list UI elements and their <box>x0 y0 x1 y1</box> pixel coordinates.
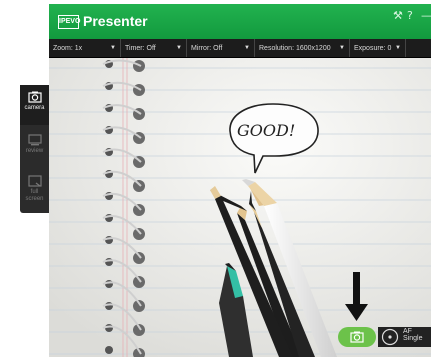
zoom-label: Zoom: 1x <box>53 44 83 52</box>
chevron-down-icon: ▼ <box>395 45 401 51</box>
review-icon <box>27 134 42 146</box>
resolution-dropdown[interactable]: Resolution: 1600x1200 ▼ <box>255 39 350 57</box>
af-label: AF <box>403 328 412 335</box>
app-window: IPEVO Presenter ⚒ ? — Zoom: 1x ▼ Timer: … <box>49 4 431 357</box>
ipevo-logo: IPEVO <box>58 15 80 29</box>
help-icon[interactable]: ? <box>407 9 413 22</box>
sidebar-item-camera[interactable]: camera <box>20 85 49 125</box>
zoom-dropdown[interactable]: Zoom: 1x ▼ <box>49 39 121 57</box>
camera-icon <box>350 331 364 343</box>
af-mode-label: AF Single <box>403 328 422 342</box>
mirror-label: Mirror: Off <box>191 44 223 52</box>
timer-dropdown[interactable]: Timer: Off ▼ <box>121 39 187 57</box>
sidebar-item-fullscreen[interactable]: full screen <box>20 173 49 213</box>
sidebar-item-label: review <box>25 148 44 154</box>
af-detail: Single <box>403 335 423 342</box>
camera-preview[interactable]: GOOD! <box>49 58 431 357</box>
capture-button[interactable] <box>338 327 376 347</box>
app-title: Presenter <box>83 13 148 29</box>
fullscreen-icon <box>27 175 42 187</box>
minimize-icon[interactable]: — <box>421 9 431 22</box>
chevron-down-icon: ▼ <box>176 45 182 51</box>
exposure-label: Exposure: 0 <box>354 44 392 52</box>
camera-icon <box>27 91 42 103</box>
mirror-dropdown[interactable]: Mirror: Off ▼ <box>187 39 255 57</box>
resolution-label: Resolution: 1600x1200 <box>259 44 331 52</box>
side-panel: camera review full screen <box>20 85 49 213</box>
settings-icon[interactable]: ⚒ <box>393 9 403 22</box>
exposure-dropdown[interactable]: Exposure: 0 ▼ <box>350 39 406 57</box>
preview-image: GOOD! <box>49 58 431 357</box>
sidebar-item-label: full screen <box>25 189 44 202</box>
timer-label: Timer: Off <box>125 44 156 52</box>
sidebar-item-label: camera <box>24 105 45 111</box>
svg-text:GOOD!: GOOD! <box>237 121 295 140</box>
chevron-down-icon: ▼ <box>339 45 345 51</box>
chevron-down-icon: ▼ <box>110 45 116 51</box>
sidebar-item-review[interactable]: review <box>20 130 49 170</box>
chevron-down-icon: ▼ <box>244 45 250 51</box>
title-bar: IPEVO Presenter ⚒ ? — <box>49 4 431 39</box>
camera-toolbar: Zoom: 1x ▼ Timer: Off ▼ Mirror: Off ▼ Re… <box>49 39 431 58</box>
focus-icon <box>381 328 399 346</box>
